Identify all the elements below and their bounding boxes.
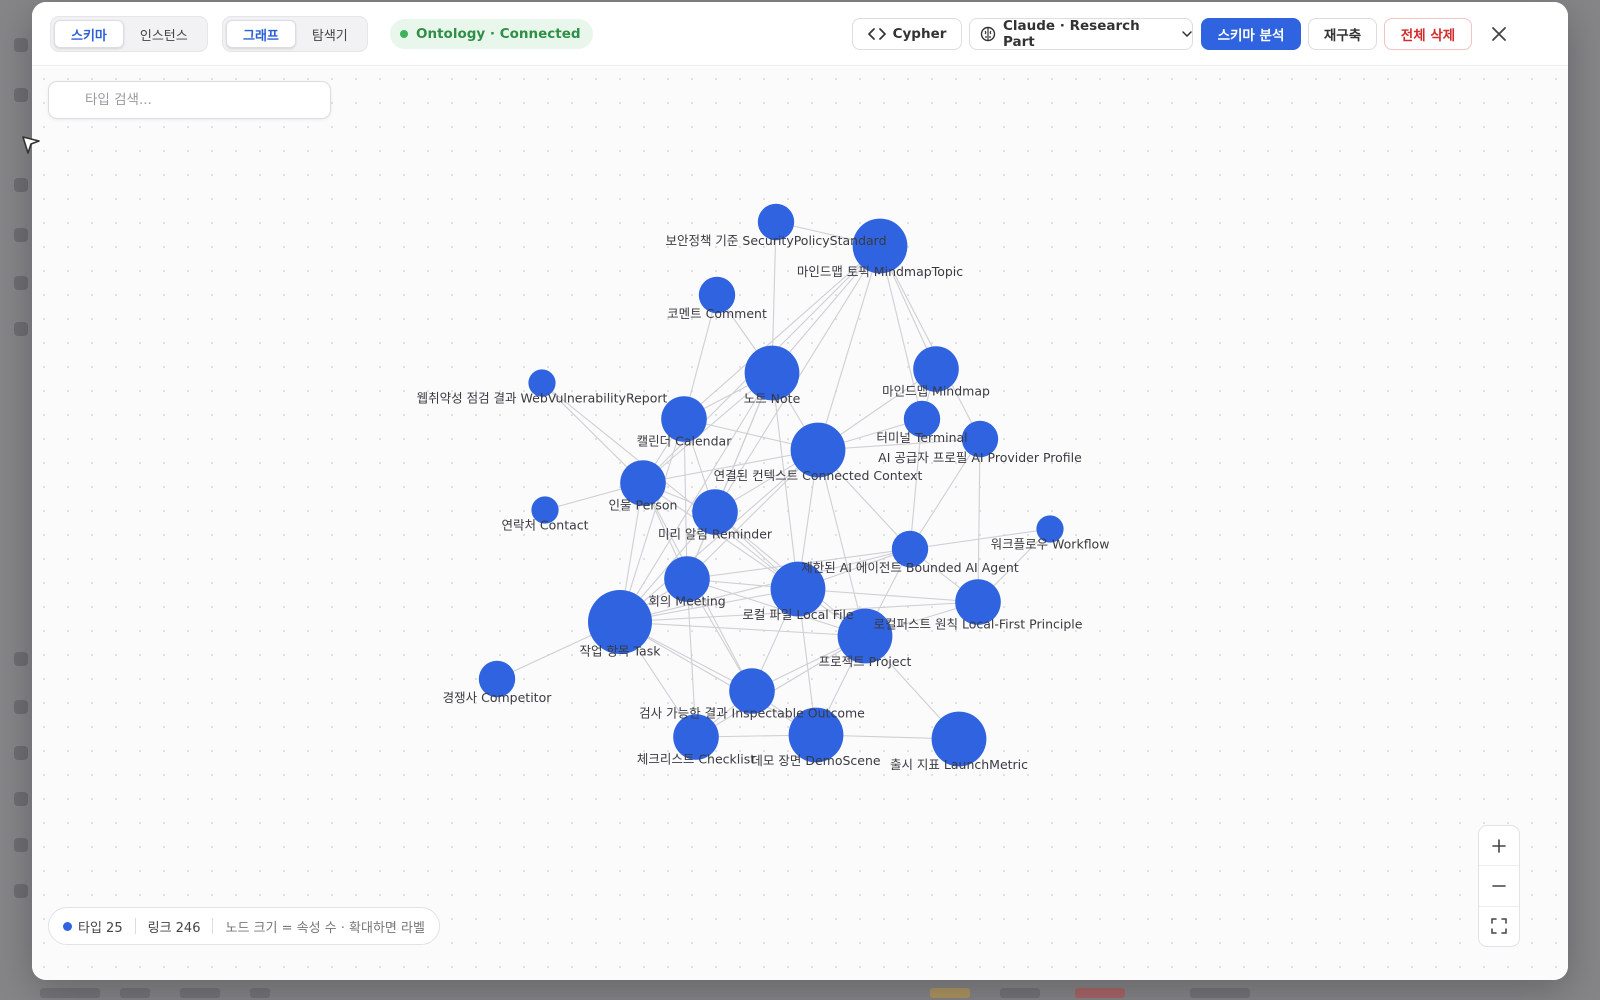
graph-node-label-workflow: 워크플로우 Workflow [991, 537, 1110, 552]
model-select[interactable]: Claude · Research Part [969, 18, 1193, 50]
graph-node-label-localfile: 로컬 파일 Local File [742, 607, 854, 622]
graph-node-label-competitor: 경쟁사 Competitor [443, 690, 553, 705]
close-icon [1492, 27, 1506, 41]
tab-schema[interactable]: 스키마 [54, 20, 124, 48]
graph-node-label-context: 연결된 컨텍스트 Connected Context [714, 468, 923, 483]
background-statusbar [0, 980, 1600, 1000]
graph-node-label-note: 노트 Note [744, 391, 801, 406]
tab-instances[interactable]: 인스턴스 [124, 20, 204, 48]
modal-toolbar: 스키마 인스턴스 그래프 탐색기 Ontology · Connected Cy… [32, 2, 1568, 66]
plus-icon [1492, 838, 1506, 853]
divider [212, 918, 214, 934]
graph-node-label-task: 작업 항목 Task [580, 644, 662, 659]
divider [134, 918, 136, 934]
graph-node-label-contact: 연락처 Contact [501, 518, 588, 533]
model-select-value: Claude · Research Part [1003, 18, 1140, 50]
graph-node-label-project: 프로젝트 Project [819, 654, 912, 669]
fit-view-button[interactable] [1479, 907, 1519, 946]
graph-node-label-checklist: 체크리스트 Checklist [637, 752, 755, 767]
graph-node-label-mindmaptopic: 마인드맵 토픽 MindmapTopic [797, 264, 963, 279]
chevron-down-icon [1182, 31, 1192, 37]
graph-node-label-security: 보안정책 기준 SecurityPolicyStandard [665, 233, 886, 248]
link-count: 링크 246 [147, 920, 201, 936]
connection-status-badge: Ontology · Connected [390, 19, 593, 49]
legend-hint: 노드 크기 = 속성 수 · 확대하면 라벨 [225, 920, 425, 936]
cypher-button-label: Cypher [892, 26, 947, 42]
graph-node-label-aiprovider: AI 공급자 프로필 AI Provider Profile [878, 450, 1082, 465]
graph-node-label-agent: 제한된 AI 에이전트 Bounded AI Agent [801, 560, 1019, 575]
graph-legend: 타입 25 링크 246 노드 크기 = 속성 수 · 확대하면 라벨 [48, 907, 440, 945]
graph-node-label-localfirst: 로컬퍼스트 원칙 Local-First Principle [874, 617, 1083, 632]
graph-node-label-webvuln: 웹취약성 점검 결과 WebVulnerabilityReport [417, 391, 668, 406]
graph-node-label-calendar: 캘린더 Calendar [637, 434, 733, 449]
graph-canvas[interactable]: 보안정책 기준 SecurityPolicyStandard 마인드맵 토픽 Mi… [32, 67, 1568, 980]
graph-node-label-person: 인물 Person [609, 498, 678, 513]
code-icon [867, 27, 886, 41]
minus-icon [1492, 885, 1506, 887]
mode-toggle: 그래프 탐색기 [222, 16, 368, 52]
brain-icon [980, 26, 996, 42]
graph-node-label-outcome: 검사 가능한 결과 Inspectable Outcome [639, 706, 865, 721]
analyze-schema-button[interactable]: 스키마 분석 [1201, 18, 1301, 50]
graph-node-label-demoscene: 데모 장면 DemoScene [751, 753, 881, 768]
delete-all-button[interactable]: 전체 삭제 [1384, 18, 1472, 50]
zoom-controls [1478, 825, 1520, 947]
fullscreen-icon [1491, 918, 1507, 935]
rebuild-button[interactable]: 재구축 [1308, 18, 1377, 50]
graph-node-label-comment: 코멘트 Comment [667, 306, 767, 321]
cursor-icon [22, 136, 40, 154]
close-button[interactable] [1484, 19, 1514, 49]
type-count: 타입 25 [78, 920, 123, 936]
status-dot-icon [400, 30, 408, 38]
schema-modal: 스키마 인스턴스 그래프 탐색기 Ontology · Connected Cy… [32, 2, 1568, 980]
connection-status-text: Ontology · Connected [416, 26, 581, 42]
graph-node-label-reminder: 미리 알림 Reminder [658, 527, 773, 542]
tab-explorer[interactable]: 탐색기 [296, 20, 364, 48]
view-toggle: 스키마 인스턴스 [50, 16, 208, 52]
graph-node-label-meeting: 회의 Meeting [648, 594, 725, 609]
zoom-out-button[interactable] [1479, 866, 1519, 907]
tab-graph[interactable]: 그래프 [226, 20, 296, 48]
type-search-box [48, 81, 331, 119]
graph-node-label-mindmap: 마인드맵 Mindmap [882, 384, 990, 399]
zoom-in-button[interactable] [1479, 826, 1519, 867]
cypher-button[interactable]: Cypher [852, 18, 962, 50]
schema-graph[interactable]: 보안정책 기준 SecurityPolicyStandard 마인드맵 토픽 Mi… [32, 67, 1568, 980]
graph-node-label-launchmetric: 출시 지표 LaunchMetric [890, 757, 1028, 772]
node-color-dot [63, 921, 72, 931]
graph-node-label-terminal: 터미널 Terminal [876, 430, 967, 445]
type-search-input[interactable] [49, 82, 330, 118]
